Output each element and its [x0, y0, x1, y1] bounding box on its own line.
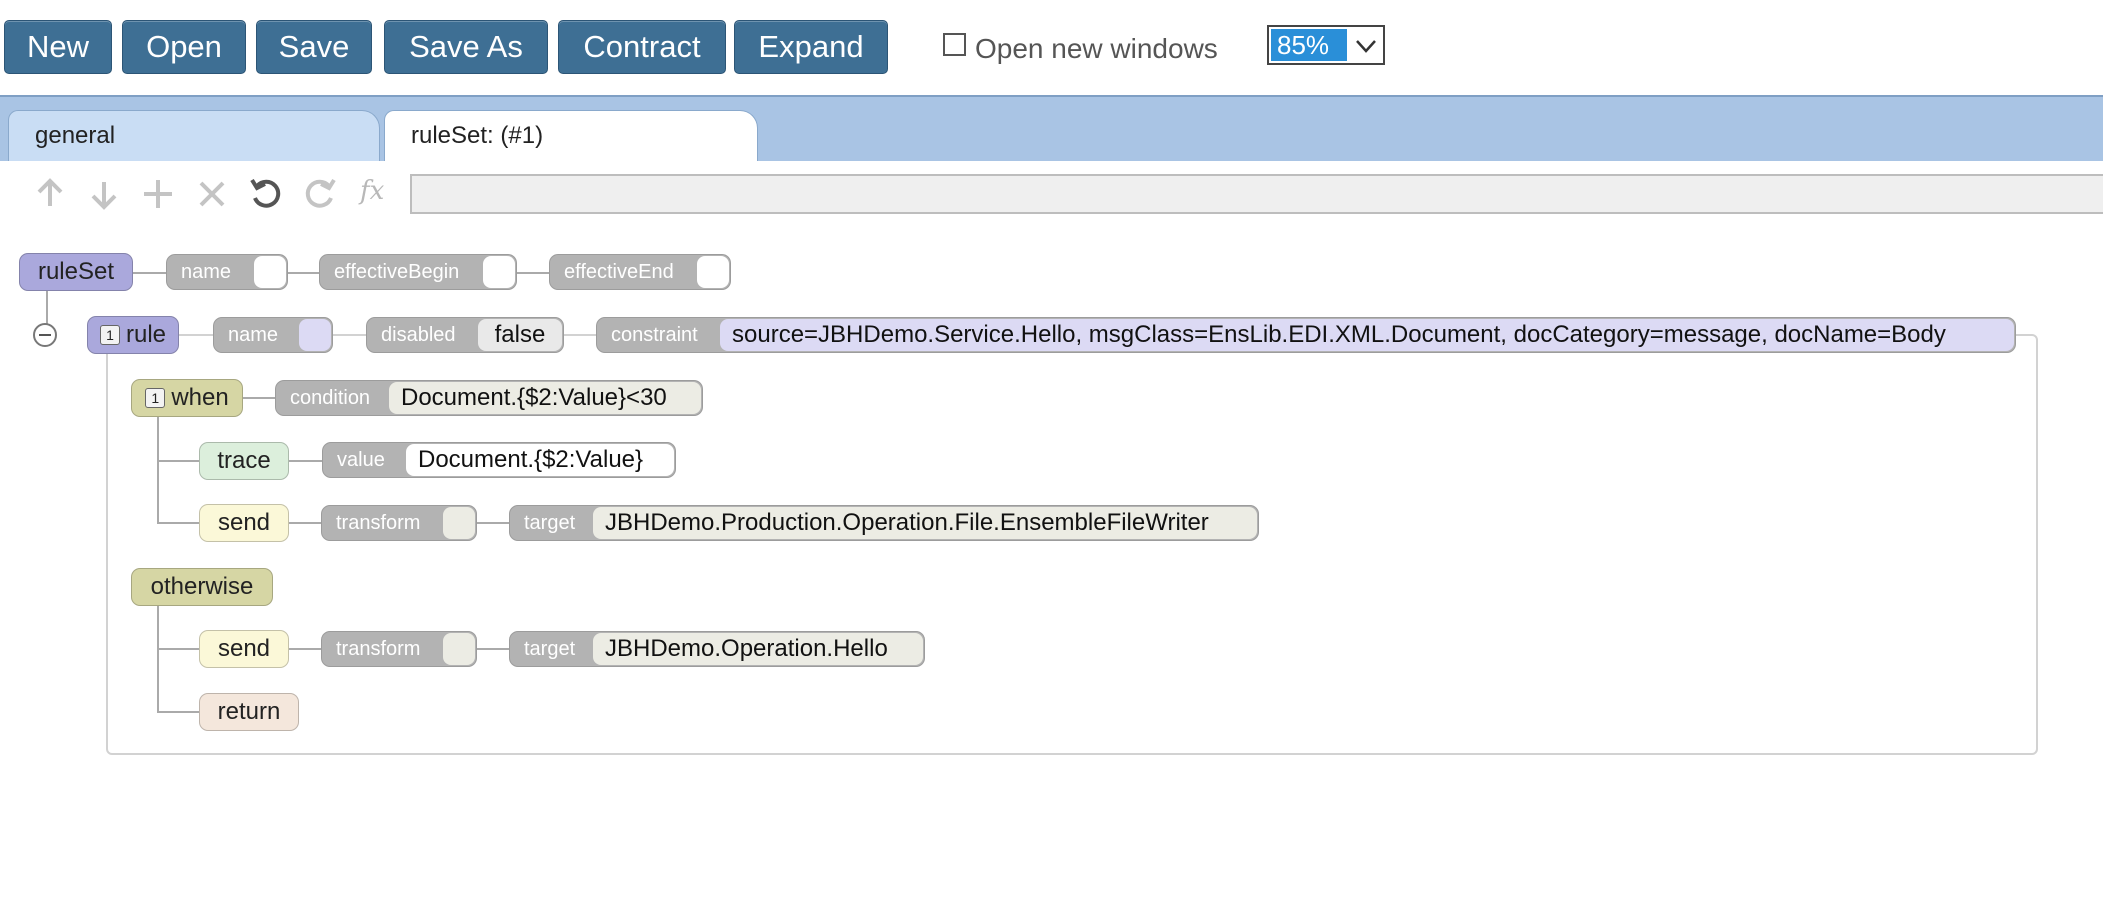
function-icon[interactable]: fx [360, 176, 396, 212]
contract-button[interactable]: Contract [558, 20, 726, 74]
prop-label: name [228, 324, 279, 346]
expand-button[interactable]: Expand [734, 20, 888, 74]
rule-label: rule [125, 321, 167, 348]
otherwise-label: otherwise [150, 573, 254, 600]
condition-value[interactable]: Document.{$2:Value}<30 [389, 382, 701, 414]
rule-name-prop[interactable]: name [213, 317, 333, 353]
condition-prop[interactable]: condition Document.{$2:Value}<30 [275, 380, 703, 416]
transform-prop[interactable]: transform [321, 505, 477, 541]
close-icon[interactable] [194, 176, 230, 212]
tab-bar: general ruleSet: (#1) [0, 95, 2103, 161]
effective-end-value[interactable] [697, 256, 729, 288]
return-node[interactable]: return [199, 693, 299, 731]
rule-node[interactable]: 1 rule [87, 316, 179, 354]
prop-label: effectiveBegin [334, 261, 460, 283]
ruleset-name-prop[interactable]: name [166, 254, 288, 290]
transform-prop[interactable]: transform [321, 631, 477, 667]
prop-label: constraint [611, 324, 698, 346]
send-label: send [217, 509, 271, 536]
when-node[interactable]: 1 when [131, 379, 243, 417]
ruleset-label: ruleSet [37, 258, 115, 285]
target-value[interactable]: JBHDemo.Production.Operation.File.Ensemb… [593, 507, 1257, 539]
ruleset-name-value[interactable] [254, 256, 286, 288]
transform-value[interactable] [443, 633, 475, 665]
otherwise-node[interactable]: otherwise [131, 568, 273, 606]
effective-begin-prop[interactable]: effectiveBegin [319, 254, 517, 290]
when-label: when [171, 384, 229, 411]
trace-label: trace [217, 447, 271, 474]
send-label: send [217, 635, 271, 662]
redo-icon[interactable] [302, 176, 338, 212]
trace-value[interactable]: Document.{$2:Value} [406, 444, 674, 476]
rule-number-badge: 1 [99, 325, 120, 345]
open-new-windows-checkbox[interactable] [943, 33, 966, 56]
expression-input[interactable] [410, 174, 2103, 214]
trace-value-prop[interactable]: value Document.{$2:Value} [322, 442, 676, 478]
prop-label: effectiveEnd [564, 261, 674, 283]
target-prop[interactable]: target JBHDemo.Production.Operation.File… [509, 505, 1259, 541]
undo-icon[interactable] [248, 176, 284, 212]
prop-label: disabled [381, 324, 456, 346]
save-button[interactable]: Save [256, 20, 372, 74]
tab-ruleset[interactable]: ruleSet: (#1) [384, 110, 758, 161]
save-as-button[interactable]: Save As [384, 20, 548, 74]
arrow-down-icon[interactable] [86, 176, 122, 212]
open-button[interactable]: Open [122, 20, 246, 74]
disabled-value[interactable]: false [478, 319, 562, 351]
zoom-value: 85% [1271, 29, 1347, 61]
tab-ruleset-label: ruleSet: (#1) [411, 122, 544, 149]
send-node[interactable]: send [199, 504, 289, 542]
disabled-prop[interactable]: disabled false [366, 317, 564, 353]
tab-general-label: general [35, 122, 116, 149]
send-node[interactable]: send [199, 630, 289, 668]
prop-label: value [337, 449, 385, 471]
trace-node[interactable]: trace [199, 442, 289, 480]
open-new-windows-label: Open new windows [975, 33, 1218, 64]
zoom-select[interactable]: 85% [1267, 25, 1385, 65]
rule-name-value[interactable] [299, 319, 331, 351]
transform-value[interactable] [443, 507, 475, 539]
prop-label: condition [290, 387, 371, 409]
ruleset-node[interactable]: ruleSet [19, 253, 133, 291]
effective-begin-value[interactable] [483, 256, 515, 288]
prop-label: transform [336, 638, 421, 660]
plus-icon[interactable] [140, 176, 176, 212]
target-value[interactable]: JBHDemo.Operation.Hello [593, 633, 923, 665]
effective-end-prop[interactable]: effectiveEnd [549, 254, 731, 290]
prop-label: name [181, 261, 232, 283]
when-number-badge: 1 [145, 388, 166, 408]
new-button[interactable]: New [4, 20, 112, 74]
collapse-icon[interactable] [33, 323, 57, 347]
prop-label: target [524, 638, 576, 660]
return-label: return [217, 698, 281, 725]
arrow-up-icon[interactable] [32, 176, 68, 212]
prop-label: target [524, 512, 576, 534]
tab-general[interactable]: general [8, 110, 380, 161]
constraint-value[interactable]: source=JBHDemo.Service.Hello, msgClass=E… [720, 319, 2014, 351]
constraint-prop[interactable]: constraint source=JBHDemo.Service.Hello,… [596, 317, 2016, 353]
target-prop[interactable]: target JBHDemo.Operation.Hello [509, 631, 925, 667]
prop-label: transform [336, 512, 421, 534]
chevron-down-icon [1356, 40, 1376, 53]
